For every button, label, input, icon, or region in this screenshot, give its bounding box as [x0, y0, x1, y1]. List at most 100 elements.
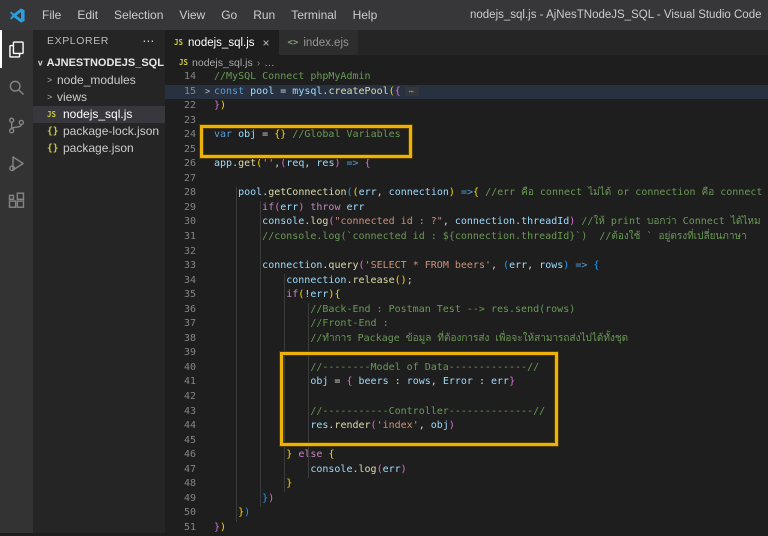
fold-gutter: [201, 463, 214, 478]
code-token: obj: [431, 420, 449, 431]
code-line-35[interactable]: 35 if(!err){: [165, 288, 768, 303]
code-line-41[interactable]: 41 obj = { beers : rows, Error : err}: [165, 375, 768, 390]
code-line-14[interactable]: 14//MySQL Connect phpMyAdmin: [165, 70, 768, 85]
code-line-51[interactable]: 51}): [165, 521, 768, 536]
fold-gutter: [201, 521, 214, 536]
line-number: 48: [165, 477, 201, 492]
code-token: ): [244, 507, 250, 518]
code-token: err: [310, 289, 328, 300]
fold-gutter: [201, 375, 214, 390]
line-number: 46: [165, 448, 201, 463]
indent: [214, 420, 310, 431]
sidebar-item-package.json[interactable]: {}package.json: [33, 140, 165, 157]
code-line-37[interactable]: 37 //Front-End :: [165, 317, 768, 332]
fold-gutter: [201, 230, 214, 245]
code-token: console: [262, 216, 304, 227]
line-number: 29: [165, 201, 201, 216]
menu-terminal[interactable]: Terminal: [283, 0, 344, 30]
code-text: //--------Model of Data-------------//: [214, 361, 768, 376]
code-line-23[interactable]: 23: [165, 114, 768, 129]
code-line-44[interactable]: 44 res.render('index', obj): [165, 419, 768, 434]
code-text: [214, 434, 768, 449]
explorer-icon: [6, 39, 27, 60]
code-line-34[interactable]: 34 connection.release();: [165, 274, 768, 289]
code-line-49[interactable]: 49 }): [165, 492, 768, 507]
code-token: :: [389, 376, 407, 387]
code-line-32[interactable]: 32: [165, 245, 768, 260]
code-line-45[interactable]: 45: [165, 434, 768, 449]
line-number: 33: [165, 259, 201, 274]
code-token: ,: [431, 376, 443, 387]
close-icon[interactable]: ×: [263, 36, 270, 50]
code-line-15[interactable]: 15>const pool = mysql.createPool({⋯: [165, 85, 768, 100]
breadcrumb[interactable]: JS nodejs_sql.js › …: [165, 55, 768, 70]
activity-run-debug-icon[interactable]: [0, 144, 33, 182]
sidebar-item-nodejs_sql.js[interactable]: JSnodejs_sql.js: [33, 106, 165, 123]
code-token: "connected id : ?": [334, 216, 442, 227]
code-token: {: [334, 289, 340, 300]
code-token: console: [310, 464, 352, 475]
menu-view[interactable]: View: [171, 0, 213, 30]
code-line-22[interactable]: 22}): [165, 99, 768, 114]
breadcrumb-more[interactable]: …: [264, 57, 275, 69]
code-line-39[interactable]: 39: [165, 346, 768, 361]
comment-token: //MySQL Connect phpMyAdmin: [214, 71, 371, 82]
code-line-42[interactable]: 42: [165, 390, 768, 405]
code-line-24[interactable]: 24var obj = {} //Global Variables: [165, 128, 768, 143]
code-line-46[interactable]: 46 } else {: [165, 448, 768, 463]
line-number: 24: [165, 128, 201, 143]
line-number: 22: [165, 99, 201, 114]
code-line-26[interactable]: 26app.get('',(req, res) => {: [165, 157, 768, 172]
tab-nodejs_sql.js[interactable]: JSnodejs_sql.js×: [165, 30, 279, 55]
source-control-icon: [6, 115, 27, 136]
code-line-33[interactable]: 33 connection.query('SELECT * FROM beers…: [165, 259, 768, 274]
menu-selection[interactable]: Selection: [106, 0, 171, 30]
file-label: node_modules: [57, 72, 136, 89]
line-number: 50: [165, 506, 201, 521]
sidebar-item-node_modules[interactable]: >node_modules: [33, 72, 165, 89]
activity-explorer-icon[interactable]: [0, 30, 33, 68]
code-token: rows: [539, 260, 563, 271]
fold-gutter: [201, 215, 214, 230]
indent: [214, 318, 310, 329]
fold-gutter: [201, 245, 214, 260]
comment-token: //ให้ print บอกว่า Connect ได้ไหม: [581, 216, 760, 227]
code-line-31[interactable]: 31 //console.log(`connected id : ${conne…: [165, 230, 768, 245]
activity-source-control-icon[interactable]: [0, 106, 33, 144]
indent: [214, 333, 310, 344]
menu-file[interactable]: File: [34, 0, 69, 30]
tab-index.ejs[interactable]: <>index.ejs: [279, 30, 358, 55]
code-line-43[interactable]: 43 //-----------Controller--------------…: [165, 405, 768, 420]
more-actions-icon[interactable]: ⋯: [142, 30, 155, 52]
activity-extensions-icon[interactable]: [0, 182, 33, 220]
menu-edit[interactable]: Edit: [69, 0, 106, 30]
code-line-50[interactable]: 50 }): [165, 506, 768, 521]
tab-label: nodejs_sql.js: [188, 37, 254, 49]
code-line-25[interactable]: 25: [165, 143, 768, 158]
menu-help[interactable]: Help: [345, 0, 386, 30]
breadcrumb-file[interactable]: nodejs_sql.js: [192, 57, 253, 69]
code-token: err: [491, 376, 509, 387]
code-line-40[interactable]: 40 //--------Model of Data-------------/…: [165, 361, 768, 376]
menu-go[interactable]: Go: [213, 0, 245, 30]
code-text: //Back-End : Postman Test --> res.send(r…: [214, 303, 768, 318]
code-line-29[interactable]: 29 if(err) throw err: [165, 201, 768, 216]
activity-search-icon[interactable]: [0, 68, 33, 106]
code-token: {}: [274, 129, 286, 140]
sidebar-item-package-lock.json[interactable]: {}package-lock.json: [33, 123, 165, 140]
code-line-36[interactable]: 36 //Back-End : Postman Test --> res.sen…: [165, 303, 768, 318]
code-line-28[interactable]: 28 pool.getConnection((err, connection) …: [165, 186, 768, 201]
code-editor[interactable]: 14//MySQL Connect phpMyAdmin15>const poo…: [165, 70, 768, 536]
sidebar-item-views[interactable]: >views: [33, 89, 165, 106]
explorer-sidebar: EXPLORER ⋯ ∨ AJNESTNODEJS_SQL >node_modu…: [33, 30, 165, 533]
code-line-30[interactable]: 30 console.log("connected id : ?", conne…: [165, 215, 768, 230]
code-token: throw: [310, 202, 340, 213]
sidebar-item-root-folder[interactable]: ∨ AJNESTNODEJS_SQL: [33, 54, 165, 72]
code-line-38[interactable]: 38 //ทำการ Package ข้อมูล ที่ต้องการส่ง …: [165, 332, 768, 347]
menu-run[interactable]: Run: [245, 0, 283, 30]
code-line-27[interactable]: 27: [165, 172, 768, 187]
fold-chevron-icon[interactable]: >: [201, 85, 214, 100]
code-line-47[interactable]: 47 console.log(err): [165, 463, 768, 478]
code-line-48[interactable]: 48 }: [165, 477, 768, 492]
code-token: obj: [310, 376, 328, 387]
